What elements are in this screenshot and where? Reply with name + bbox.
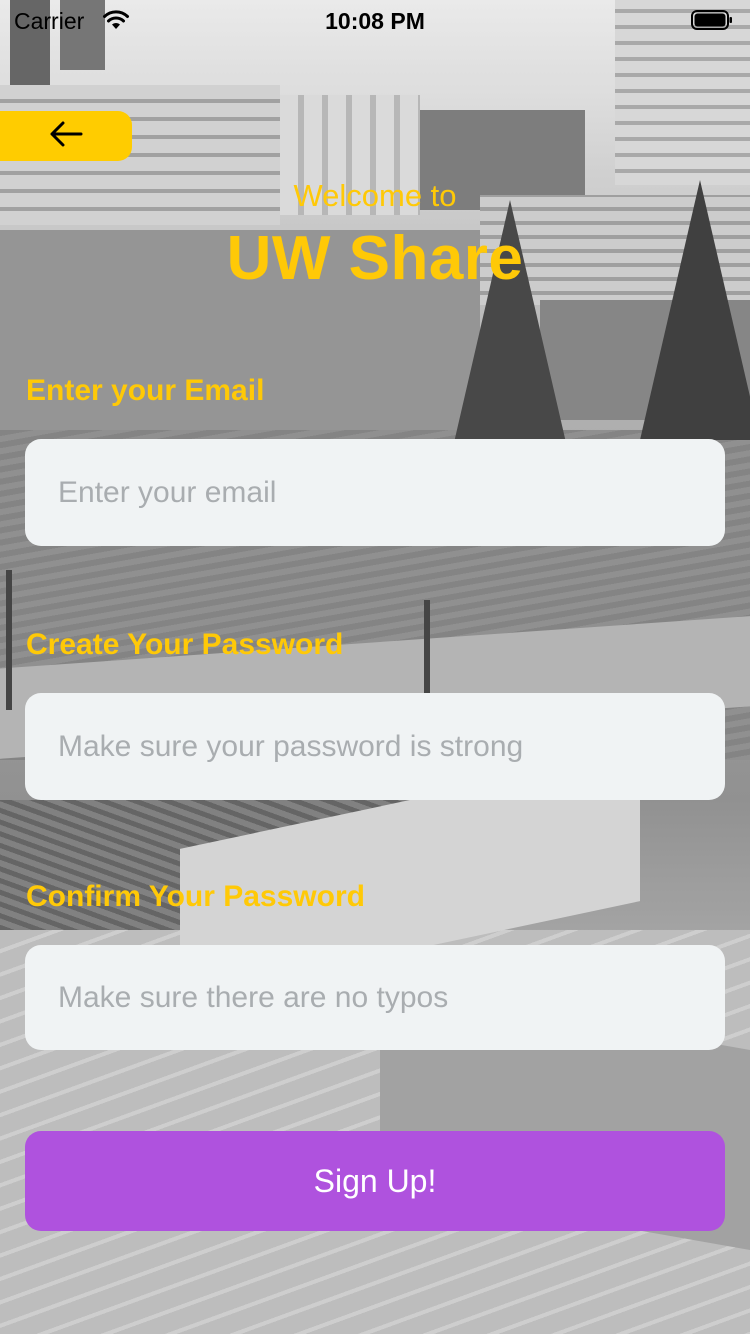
email-label: Enter your Email <box>26 374 265 407</box>
app-title: UW Share <box>226 224 524 293</box>
password-label: Create Your Password <box>26 628 344 661</box>
email-field[interactable] <box>25 439 725 546</box>
confirm-password-field[interactable] <box>25 945 725 1050</box>
welcome-text: Welcome to <box>293 178 457 213</box>
status-bar: Carrier 10:08 PM <box>0 0 750 40</box>
sign-up-button[interactable]: Sign Up! <box>25 1131 725 1231</box>
confirm-password-label: Confirm Your Password <box>26 880 365 913</box>
back-button[interactable] <box>0 111 132 161</box>
battery-icon <box>691 10 733 30</box>
arrow-left-icon <box>48 120 84 153</box>
password-field[interactable] <box>25 693 725 800</box>
clock: 10:08 PM <box>325 8 425 34</box>
